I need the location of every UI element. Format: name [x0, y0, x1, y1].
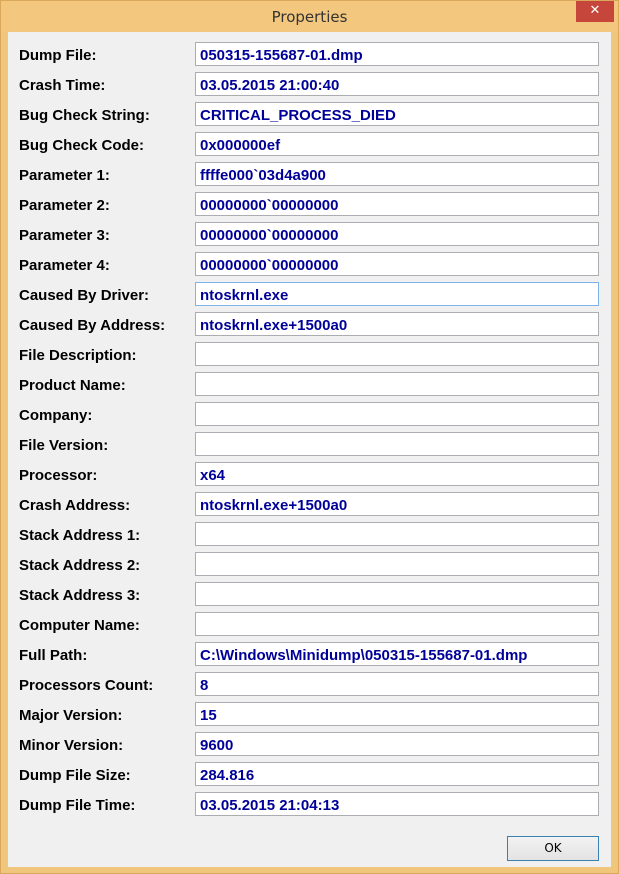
property-label: Parameter 2: — [19, 197, 110, 214]
property-value-field[interactable]: 284.816 — [195, 762, 599, 786]
property-label: Bug Check Code: — [19, 137, 145, 154]
property-value-field[interactable]: 03.05.2015 21:04:13 — [195, 792, 599, 816]
property-value-field[interactable] — [195, 402, 599, 426]
property-row: Crash Time: 03.05.2015 21:00:40 — [8, 71, 611, 101]
property-row: Major Version: 15 — [8, 701, 611, 731]
property-row: Dump File Size: 284.816 — [8, 761, 611, 791]
property-value-field[interactable]: 0x000000ef — [195, 132, 599, 156]
property-row: Crash Address: ntoskrnl.exe+1500a0 — [8, 491, 611, 521]
property-value-field[interactable] — [195, 372, 599, 396]
property-value-field[interactable]: 00000000`00000000 — [195, 192, 599, 216]
property-value-field[interactable] — [195, 582, 599, 606]
property-value-field[interactable]: ntoskrnl.exe+1500a0 — [195, 492, 599, 516]
property-label: Full Path: — [19, 647, 88, 664]
properties-panel: Dump File: 050315-155687-01.dmp Crash Time… — [8, 32, 611, 867]
property-value-field[interactable]: CRITICAL_PROCESS_DIED — [195, 102, 599, 126]
property-row: Stack Address 1: — [8, 521, 611, 551]
property-label: Parameter 3: — [19, 227, 110, 244]
property-label: Dump File Time: — [19, 797, 136, 814]
property-value-field[interactable]: 15 — [195, 702, 599, 726]
property-row: Dump File Time: 03.05.2015 21:04:13 — [8, 791, 611, 821]
property-label: Stack Address 1: — [19, 527, 141, 544]
property-label: Computer Name: — [19, 617, 140, 634]
property-value-field[interactable]: ntoskrnl.exe — [195, 282, 599, 306]
property-value-field[interactable]: 8 — [195, 672, 599, 696]
property-label: Bug Check String: — [19, 107, 150, 124]
property-row: Stack Address 3: — [8, 581, 611, 611]
property-label: Company: — [19, 407, 93, 424]
property-row: Bug Check String: CRITICAL_PROCESS_DIED — [8, 101, 611, 131]
property-label: Crash Time: — [19, 77, 106, 94]
property-label: Stack Address 3: — [19, 587, 141, 604]
property-row: File Description: — [8, 341, 611, 371]
property-row: Company: — [8, 401, 611, 431]
property-row: Stack Address 2: — [8, 551, 611, 581]
property-value-field[interactable] — [195, 552, 599, 576]
property-row: Caused By Address: ntoskrnl.exe+1500a0 — [8, 311, 611, 341]
property-row: Caused By Driver: ntoskrnl.exe — [8, 281, 611, 311]
property-value-field[interactable]: x64 — [195, 462, 599, 486]
property-label: Parameter 1: — [19, 167, 110, 184]
property-value-field[interactable]: 9600 — [195, 732, 599, 756]
property-label: Processors Count: — [19, 677, 154, 694]
property-label: Dump File: — [19, 47, 97, 64]
property-label: Stack Address 2: — [19, 557, 141, 574]
property-label: Crash Address: — [19, 497, 131, 514]
property-label: Minor Version: — [19, 737, 124, 754]
property-row: Computer Name: — [8, 611, 611, 641]
property-row: Parameter 2: 00000000`00000000 — [8, 191, 611, 221]
property-row: Minor Version: 9600 — [8, 731, 611, 761]
property-value-field[interactable] — [195, 612, 599, 636]
close-button[interactable]: ✕ — [576, 1, 614, 22]
property-label: Parameter 4: — [19, 257, 110, 274]
property-row: Bug Check Code: 0x000000ef — [8, 131, 611, 161]
property-value-field[interactable]: 03.05.2015 21:00:40 — [195, 72, 599, 96]
property-value-field[interactable] — [195, 522, 599, 546]
property-value-field[interactable]: 050315-155687-01.dmp — [195, 42, 599, 66]
property-label: File Description: — [19, 347, 137, 364]
property-label: Caused By Driver: — [19, 287, 150, 304]
property-label: Dump File Size: — [19, 767, 131, 784]
property-row: File Version: — [8, 431, 611, 461]
property-row: Processor: x64 — [8, 461, 611, 491]
property-row: Full Path: C:\Windows\Minidump\050315-155… — [8, 641, 611, 671]
property-value-field[interactable]: ffffe000`03d4a900 — [195, 162, 599, 186]
property-value-field[interactable]: C:\Windows\Minidump\050315-155687-01.dmp — [195, 642, 599, 666]
window-title: Properties — [271, 8, 348, 26]
property-value-field[interactable] — [195, 342, 599, 366]
property-row: Processors Count: 8 — [8, 671, 611, 701]
property-label: Major Version: — [19, 707, 123, 724]
property-row: Product Name: — [8, 371, 611, 401]
property-label: Product Name: — [19, 377, 126, 394]
property-row: Dump File: 050315-155687-01.dmp — [8, 41, 611, 71]
properties-window: Properties ✕ Dump File: 050315-155687-01.… — [0, 0, 619, 874]
close-icon: ✕ — [589, 3, 601, 18]
property-value-field[interactable]: ntoskrnl.exe+1500a0 — [195, 312, 599, 336]
property-row: Parameter 4: 00000000`00000000 — [8, 251, 611, 281]
property-value-field[interactable]: 00000000`00000000 — [195, 252, 599, 276]
property-label: Processor: — [19, 467, 98, 484]
property-row: Parameter 1: ffffe000`03d4a900 — [8, 161, 611, 191]
property-label: File Version: — [19, 437, 109, 454]
property-label: Caused By Address: — [19, 317, 166, 334]
property-value-field[interactable] — [195, 432, 599, 456]
ok-button[interactable]: OK — [507, 836, 599, 861]
property-row: Parameter 3: 00000000`00000000 — [8, 221, 611, 251]
property-value-field[interactable]: 00000000`00000000 — [195, 222, 599, 246]
title-bar[interactable]: Properties ✕ — [1, 1, 618, 32]
